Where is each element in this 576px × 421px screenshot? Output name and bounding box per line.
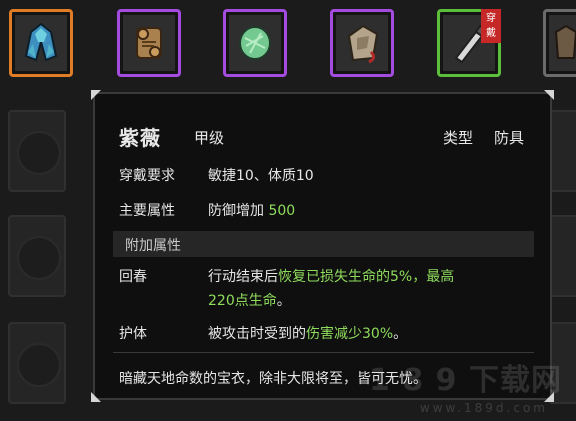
- main-attr-label: 主要属性: [119, 203, 175, 219]
- inventory-cell[interactable]: [8, 110, 66, 192]
- cloth-pouch-icon: [347, 24, 379, 64]
- extra-attr-header-text: 附加属性: [125, 238, 181, 254]
- equipment-slot-pouch[interactable]: [330, 9, 394, 77]
- item-type-label: 类型: [443, 129, 474, 147]
- main-attr-value: 防御增加 500: [208, 200, 295, 220]
- requirement-value: 敏捷10、体质10: [208, 168, 314, 184]
- armor-icon: [554, 24, 576, 59]
- equipment-slot-scroll[interactable]: [117, 9, 181, 77]
- item-grade: 甲级: [194, 129, 225, 147]
- extra-attr-desc: 行动结束后恢复已损失生命的5%，最高: [208, 266, 454, 286]
- inventory-cell[interactable]: [8, 215, 66, 297]
- extra-attr-highlight: 伤害减少30%: [306, 326, 394, 342]
- extra-attr-label: 护体: [119, 326, 147, 342]
- item-name: 紫薇: [119, 126, 161, 150]
- extra-attr-header: 附加属性: [113, 231, 534, 257]
- equipment-slot-armor[interactable]: [543, 9, 576, 77]
- equipped-badge: 穿 戴: [481, 9, 501, 43]
- inventory-cell[interactable]: [548, 215, 576, 297]
- tooltip-divider: [113, 352, 534, 353]
- requirement-label: 穿戴要求: [119, 168, 175, 184]
- main-attr-text: 防御增加: [208, 203, 264, 219]
- main-attr-number: 500: [268, 203, 296, 219]
- equipment-slot-jade[interactable]: [223, 9, 287, 77]
- extra-attr-suffix: 。: [276, 293, 291, 309]
- equipment-slot-cloak[interactable]: [9, 9, 73, 77]
- empty-slot-ring: [17, 343, 61, 387]
- site-watermark-url: www.189d.com: [419, 401, 548, 415]
- extra-attr-suffix: 。: [393, 326, 408, 342]
- tooltip-corner: [91, 392, 101, 402]
- extra-attr-label: 回春: [119, 269, 147, 285]
- inventory-cell[interactable]: [8, 322, 66, 404]
- scroll-icon: [136, 27, 162, 59]
- empty-slot-ring: [17, 236, 61, 280]
- extra-attr-prefix: 被攻击时受到的: [208, 326, 306, 342]
- extra-attr-prefix: 行动结束后: [208, 269, 278, 285]
- equipment-slot-dagger[interactable]: 穿 戴: [437, 9, 501, 77]
- blue-cloak-icon: [24, 22, 58, 62]
- extra-attr-desc: 被攻击时受到的伤害减少30%。: [208, 323, 407, 343]
- inventory-cell[interactable]: [548, 110, 576, 192]
- extra-attr-desc-line2: 220点生命。: [208, 290, 291, 310]
- item-type-value: 防具: [494, 129, 525, 147]
- tooltip-corner: [544, 90, 554, 100]
- extra-attr-highlight: 恢复已损失生命的5%，最高: [278, 269, 455, 285]
- empty-slot-ring: [17, 131, 61, 175]
- site-watermark: 1 8 9 下载网: [369, 363, 562, 398]
- jade-stone-icon: [239, 26, 271, 60]
- item-tooltip: 紫薇 甲级 类型 防具 穿戴要求 敏捷10、体质10 主要属性 防御增加 500…: [91, 90, 554, 402]
- extra-attr-highlight: 220点生命: [208, 293, 277, 309]
- tooltip-corner: [91, 90, 101, 100]
